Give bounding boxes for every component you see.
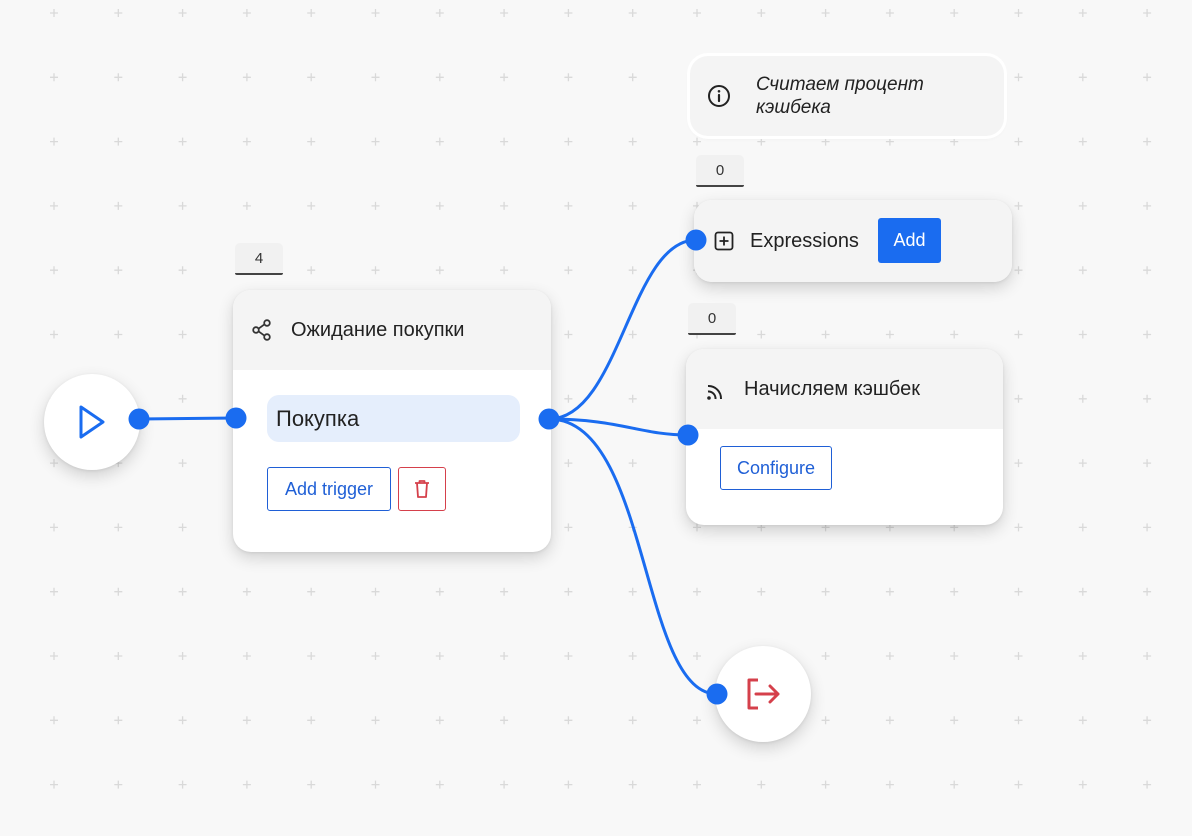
- wait-node-title: Ожидание покупки: [291, 318, 465, 341]
- add-expression-button[interactable]: Add: [878, 218, 941, 263]
- cashback-input-port[interactable]: [677, 424, 699, 446]
- add-trigger-button[interactable]: Add trigger: [267, 467, 391, 511]
- cashback-node-title: Начисляем кэшбек: [744, 377, 920, 400]
- wait-output-port[interactable]: [538, 408, 560, 430]
- expressions-node-count-badge: 0: [696, 155, 744, 187]
- wait-input-port[interactable]: [225, 407, 247, 429]
- plus-square-icon: [714, 231, 734, 251]
- wait-node-count-badge: 4: [235, 243, 283, 275]
- delete-trigger-button[interactable]: [398, 467, 446, 511]
- trash-icon: [413, 479, 431, 499]
- cashback-node-header: Начисляем кэшбек: [686, 349, 1003, 429]
- rss-icon: [706, 383, 724, 401]
- cashback-node[interactable]: Начисляем кэшбек Configure: [686, 349, 1003, 525]
- trigger-chip-purchase[interactable]: Покупка: [267, 395, 520, 442]
- info-icon: [707, 84, 731, 108]
- exit-input-port[interactable]: [706, 683, 728, 705]
- wait-node-header: Ожидание покупки: [233, 290, 551, 370]
- canvas-grid: [50, 9, 1152, 789]
- expressions-input-port[interactable]: [685, 229, 707, 251]
- play-icon: [77, 404, 107, 440]
- expressions-node-header: Expressions: [694, 200, 1012, 282]
- expressions-node[interactable]: Expressions Add: [694, 200, 1012, 282]
- exit-icon: [744, 677, 782, 711]
- cashback-node-count-badge: 0: [688, 303, 736, 335]
- wait-node[interactable]: Ожидание покупки Покупка Add trigger: [233, 290, 551, 552]
- comment-note[interactable]: Считаем процент кэшбека: [690, 56, 1004, 136]
- start-output-port[interactable]: [128, 408, 150, 430]
- share-icon: [251, 319, 273, 341]
- start-node[interactable]: [44, 374, 140, 470]
- configure-button[interactable]: Configure: [720, 446, 832, 490]
- expressions-node-title: Expressions: [750, 229, 859, 252]
- exit-node[interactable]: [715, 646, 811, 742]
- comment-note-text: Считаем процент кэшбека: [756, 74, 924, 118]
